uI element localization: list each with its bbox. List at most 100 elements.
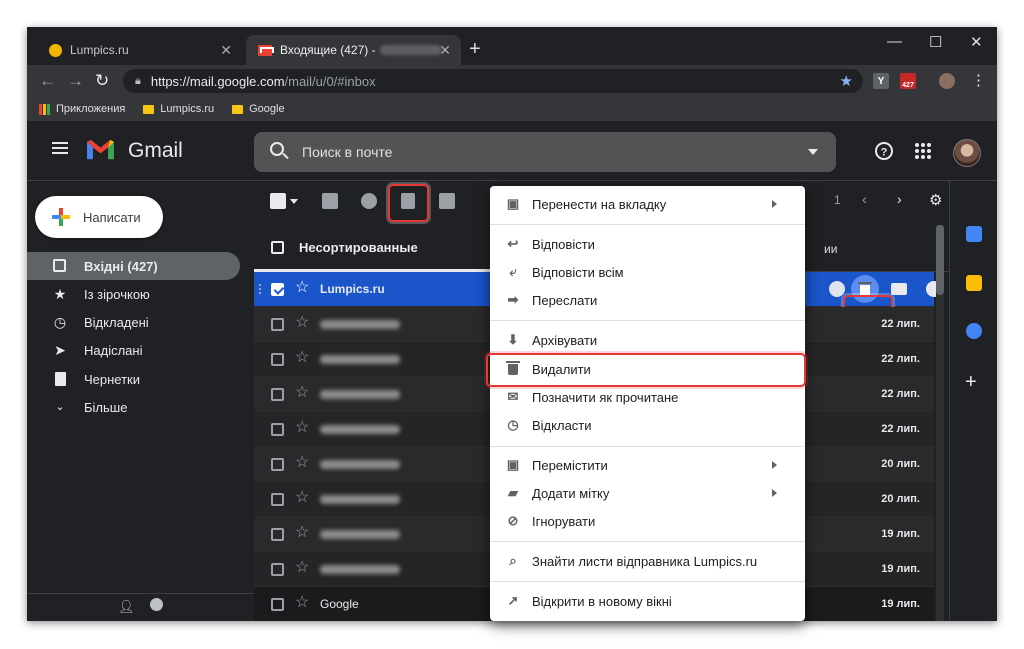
blurred-sender [320, 355, 400, 364]
profile-avatar-icon[interactable] [939, 73, 955, 89]
search-input[interactable]: Поиск в почте [254, 132, 836, 172]
star-toggle-icon[interactable]: ☆ [295, 385, 309, 401]
star-toggle-icon[interactable]: ☆ [295, 455, 309, 471]
settings-gear-icon[interactable]: ⚙ [929, 191, 942, 209]
row-checkbox[interactable] [271, 458, 284, 471]
gmail-header: Gmail Поиск в почте ? [27, 121, 997, 181]
back-arrow-icon[interactable]: ← [39, 71, 56, 91]
row-mark-read-icon[interactable] [891, 283, 907, 295]
sidebar-item-inbox[interactable]: Вхідні (427) [27, 252, 240, 280]
tab-gmail[interactable]: Входящие (427) - ✕ [246, 35, 461, 65]
menu-item-move-to-tab[interactable]: ▣ Перенести на вкладку [490, 190, 805, 218]
browser-menu-icon[interactable]: ⋮ [971, 71, 986, 89]
bookmark-google[interactable]: Google [232, 103, 285, 115]
forward-arrow-icon[interactable]: → [67, 71, 84, 91]
apps-icon[interactable] [914, 142, 932, 160]
archive-icon[interactable] [322, 193, 338, 209]
lumpics-favicon-icon [49, 43, 62, 57]
star-toggle-icon[interactable]: ☆ [295, 525, 309, 541]
menu-item-reply-all[interactable]: ⤶ Відповісти всім [490, 258, 805, 286]
tab-label: Несортированные [299, 239, 418, 255]
select-dropdown-icon[interactable] [290, 199, 298, 204]
tab-primary[interactable]: Несортированные [254, 225, 494, 272]
add-addon-icon[interactable]: + [965, 371, 977, 394]
context-menu: ▣ Перенести на вкладку ↩ Відповісти ⤶ Відпо… [486, 186, 806, 621]
star-toggle-icon[interactable]: ☆ [295, 595, 309, 611]
drag-handle-icon[interactable] [258, 283, 262, 296]
menu-item-add-label[interactable]: ▰ Додати мітку [490, 479, 805, 507]
reload-icon[interactable]: ↻ [95, 71, 109, 91]
mark-read-icon[interactable] [439, 193, 455, 209]
sidebar-item-snoozed[interactable]: ◷ Відкладені [27, 308, 240, 336]
sidebar-footer: 👤︎ [27, 593, 254, 621]
contacts-icon[interactable]: 👤︎ [118, 599, 135, 615]
menu-item-open-new-window[interactable]: ↗ Відкрити в новому вікні [490, 587, 805, 615]
submenu-arrow-icon [772, 200, 777, 208]
maximize-icon[interactable]: ☐ [929, 33, 942, 51]
yandex-extension-icon[interactable]: Y [873, 73, 889, 89]
menu-item-reply[interactable]: ↩ Відповісти [490, 230, 805, 258]
close-window-icon[interactable]: ✕ [970, 33, 983, 51]
menu-item-move[interactable]: ▣ Перемістити [490, 451, 805, 479]
sidebar-item-drafts[interactable]: Чернетки [27, 365, 240, 393]
address-bar[interactable]: 🔒︎ https://mail.google.com/mail/u/0/#inb… [123, 69, 863, 93]
menu-item-mute[interactable]: ⊘ Ігнорувати [490, 507, 805, 535]
tasks-icon[interactable] [966, 323, 982, 339]
mail-extension-icon[interactable]: 427 [900, 73, 916, 89]
forward-icon: ➡ [507, 292, 519, 307]
star-toggle-icon[interactable]: ☆ [295, 420, 309, 436]
new-tab-icon[interactable]: + [469, 39, 481, 59]
tab-lumpics[interactable]: Lumpics.ru ✕ [37, 35, 242, 65]
menu-divider [490, 446, 805, 447]
report-spam-icon[interactable] [361, 193, 377, 209]
sidebar-item-sent[interactable]: ➤ Надіслані [27, 336, 240, 364]
menu-item-archive[interactable]: ⬇ Архівувати [490, 326, 805, 354]
star-toggle-icon[interactable]: ☆ [295, 560, 309, 576]
url-host: https://mail.google.com [150, 73, 285, 89]
row-checkbox[interactable] [271, 353, 284, 366]
older-page-icon[interactable]: › [897, 191, 902, 207]
compose-button[interactable]: Написати [35, 196, 163, 238]
search-placeholder: Поиск в почте [302, 144, 393, 160]
row-checkbox[interactable] [271, 598, 284, 611]
keep-icon[interactable] [966, 275, 982, 291]
bookmark-apps[interactable]: Прикложения [39, 103, 125, 115]
menu-item-forward[interactable]: ➡ Переслати [490, 286, 805, 314]
star-toggle-icon[interactable]: ☆ [295, 490, 309, 506]
minimize-icon[interactable]: — [887, 33, 902, 50]
close-tab-icon[interactable]: ✕ [439, 42, 451, 59]
bookmark-star-icon[interactable]: ★ [840, 72, 853, 90]
calendar-icon[interactable] [966, 226, 982, 242]
scrollbar-thumb[interactable] [936, 225, 944, 295]
main-menu-icon[interactable] [52, 142, 68, 154]
row-checkbox[interactable] [271, 318, 284, 331]
row-checkbox[interactable] [271, 563, 284, 576]
help-icon[interactable]: ? [874, 141, 894, 161]
hangouts-icon[interactable] [150, 598, 163, 611]
newer-page-icon[interactable]: ‹ [862, 191, 867, 207]
menu-item-find-from-sender[interactable]: ⌕ Знайти листи відправника Lumpics.ru [490, 547, 805, 575]
account-avatar[interactable] [953, 139, 981, 167]
sidebar-item-starred[interactable]: ★ Із зірочкою [27, 280, 240, 308]
close-tab-icon[interactable]: ✕ [220, 42, 232, 59]
select-all-checkbox-icon[interactable] [270, 193, 286, 209]
url-path: /mail/u/0/#inbox [284, 73, 376, 89]
menu-item-mark-read[interactable]: ✉ Позначити як прочитане [490, 383, 805, 411]
row-checkbox[interactable] [271, 493, 284, 506]
row-checkbox[interactable] [271, 528, 284, 541]
sidebar-item-label: Надіслані [84, 342, 143, 358]
search-icon[interactable] [270, 142, 284, 156]
blurred-sender [320, 460, 400, 469]
row-checkbox[interactable] [271, 388, 284, 401]
star-toggle-icon[interactable]: ☆ [295, 315, 309, 331]
row-checkbox[interactable] [271, 283, 284, 296]
mail-list-scrollbar[interactable] [936, 225, 944, 621]
menu-item-snooze[interactable]: ◷ Відкласти [490, 411, 805, 439]
sidebar-item-more[interactable]: ⌄ Більше [27, 393, 240, 421]
search-options-icon[interactable] [808, 149, 818, 155]
bookmark-lumpics[interactable]: Lumpics.ru [143, 103, 214, 115]
star-toggle-icon[interactable]: ☆ [295, 350, 309, 366]
star-toggle-icon[interactable]: ☆ [295, 280, 309, 296]
row-checkbox[interactable] [271, 423, 284, 436]
row-archive-icon[interactable] [829, 281, 845, 297]
